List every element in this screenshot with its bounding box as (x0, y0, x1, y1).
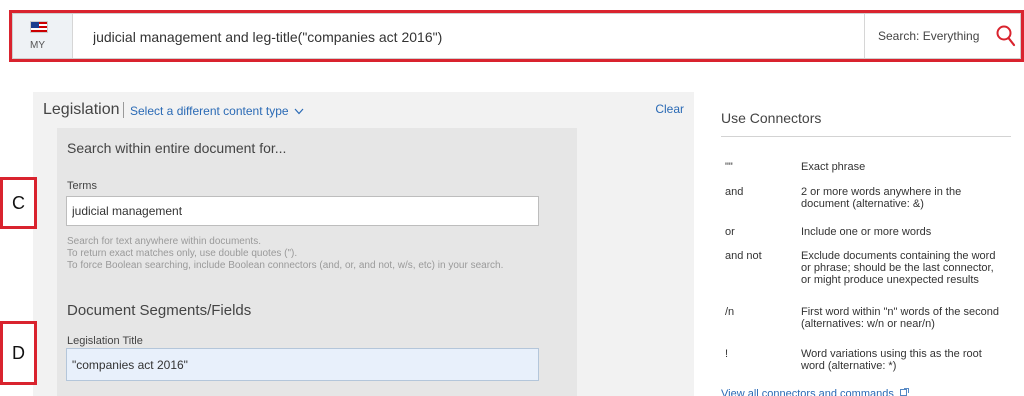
document-segments-heading: Document Segments/Fields (67, 302, 252, 319)
connector-key: and (725, 186, 744, 198)
connector-description: Exclude documents containing the word or… (801, 250, 996, 286)
legislation-search-form: Legislation Select a different content t… (33, 92, 694, 396)
search-button[interactable] (992, 14, 1020, 58)
view-all-connectors-label: View all connectors and commands (721, 388, 894, 396)
connector-description: Exact phrase (801, 161, 866, 173)
jurisdiction-code: MY (30, 40, 45, 51)
search-bar-frame: MY Search: Everything (9, 10, 1024, 62)
callout-c: C (0, 177, 37, 229)
connector-key: "" (725, 161, 733, 173)
search-query-input[interactable] (93, 26, 853, 48)
callout-d-label: D (12, 342, 25, 363)
terms-input[interactable] (66, 196, 539, 226)
malaysia-flag-icon (30, 21, 48, 33)
search-scope-select[interactable]: Search: Everything (864, 14, 994, 58)
search-icon (996, 25, 1016, 47)
jurisdiction-selector[interactable]: MY (13, 14, 73, 58)
panel-title: Legislation (43, 101, 120, 118)
connectors-title: Use Connectors (721, 110, 822, 126)
external-link-icon (900, 388, 909, 396)
help-line: To force Boolean searching, include Bool… (67, 260, 504, 271)
callout-d: D (0, 321, 37, 385)
view-all-connectors-link[interactable]: View all connectors and commands (721, 388, 909, 396)
connectors-panel: Use Connectors "" Exact phrase and 2 or … (711, 92, 1024, 396)
panel-header: Legislation Select a different content t… (33, 92, 694, 128)
help-line: Search for text anywhere within document… (67, 236, 261, 247)
connector-description: 2 or more words anywhere in the document… (801, 186, 962, 210)
clear-link[interactable]: Clear (655, 102, 684, 116)
connectors-divider (721, 136, 1011, 137)
legislation-title-input[interactable] (66, 348, 539, 381)
connector-key: and not (725, 250, 762, 262)
connector-description: Word variations using this as the root w… (801, 348, 982, 372)
legislation-title-label: Legislation Title (67, 335, 143, 347)
select-content-type-link[interactable]: Select a different content type (130, 104, 304, 118)
terms-help-text: Search for text anywhere within document… (67, 236, 503, 272)
select-content-type-label: Select a different content type (130, 104, 289, 118)
title-divider (123, 102, 124, 118)
help-line: To return exact matches only, use double… (67, 248, 298, 259)
form-fields: Search within entire document for... Ter… (57, 128, 577, 396)
connector-description: Include one or more words (801, 226, 932, 238)
connector-key: ! (725, 348, 729, 360)
connector-key: or (725, 226, 735, 238)
search-bar: MY Search: Everything (12, 13, 1021, 59)
terms-label: Terms (67, 180, 97, 192)
callout-c-label: C (12, 192, 25, 213)
connector-description: First word within "n" words of the secon… (801, 306, 999, 330)
chevron-down-icon (294, 108, 304, 115)
connector-key: /n (725, 306, 735, 318)
search-within-heading: Search within entire document for... (67, 140, 287, 156)
